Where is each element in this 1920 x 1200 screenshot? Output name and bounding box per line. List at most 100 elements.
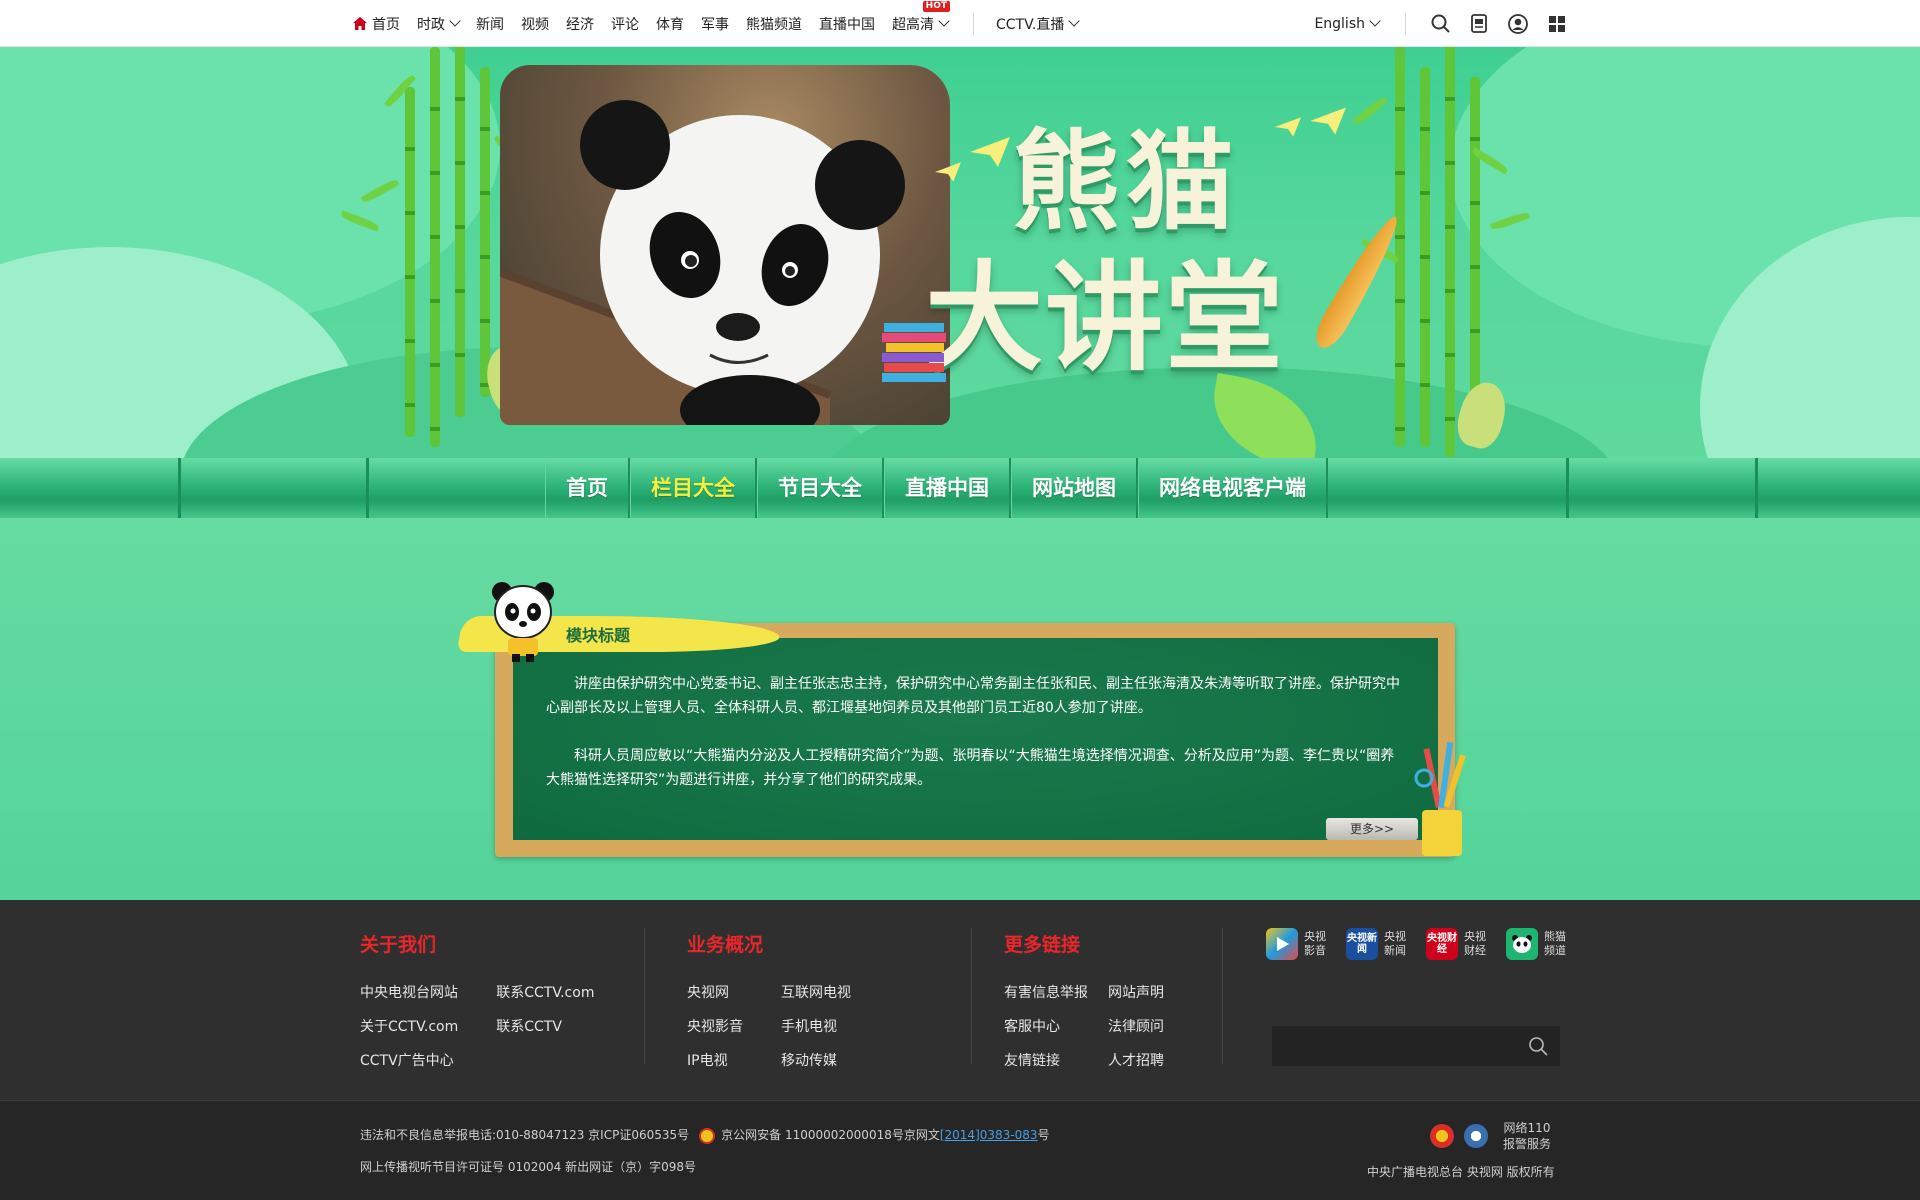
app-download-icon[interactable]: [1469, 14, 1489, 34]
footer-link[interactable]: 手机电视: [781, 1018, 851, 1036]
footer-divider: [971, 928, 972, 1064]
bamboo-leaf: [1352, 95, 1388, 127]
cctv-video-app-icon: [1266, 928, 1298, 960]
home-icon: [353, 17, 367, 30]
channel-menu-home[interactable]: 首页: [545, 458, 630, 518]
nav-uhd[interactable]: 超高清 HOT: [892, 0, 950, 34]
footer-link[interactable]: 央视影音: [687, 1018, 743, 1036]
nav-comment[interactable]: 评论: [611, 14, 639, 34]
language-selector[interactable]: English: [1314, 15, 1381, 32]
search-icon[interactable]: [1528, 1036, 1548, 1056]
banner-title-line2: 大讲堂: [925, 249, 1286, 387]
cctv-news-app-icon: 央视新闻: [1346, 928, 1378, 960]
panda-mascot-icon: [492, 582, 554, 662]
paper-plane-icon: [970, 137, 1010, 167]
site-footer: [0, 900, 1920, 1100]
footer-link[interactable]: 移动传媒: [781, 1052, 851, 1070]
app-link-cctv-news[interactable]: 央视新闻 央视新闻: [1346, 928, 1410, 960]
footer-link[interactable]: 法律顾问: [1108, 1018, 1164, 1036]
footer-column-more-links: 更多链接 有害信息举报 网站声明 客服中心 法律顾问 友情链接 人才招聘: [1004, 930, 1164, 1070]
paper-plane-icon: [1275, 117, 1301, 137]
channel-menu-client[interactable]: 网络电视客户端: [1138, 458, 1328, 518]
app-label: 熊猫频道: [1544, 930, 1566, 957]
channel-menu-programs[interactable]: 节目大全: [757, 458, 884, 518]
nav-economy[interactable]: 经济: [566, 14, 594, 34]
books-icon: [882, 323, 946, 382]
footer-column-title: 更多链接: [1004, 934, 1081, 956]
nav-video[interactable]: 视频: [521, 14, 549, 34]
bamboo-stalk: [430, 47, 440, 447]
footer-link[interactable]: 客服中心: [1004, 1018, 1088, 1036]
hot-badge: HOT: [922, 0, 950, 12]
panda-channel-app-icon: [1506, 928, 1538, 960]
footer-link[interactable]: 联系CCTV.com: [496, 984, 594, 1002]
module-content: 讲座由保护研究中心党委书记、副主任张志忠主持，保护研究中心常务副主任张和民、副主…: [546, 672, 1404, 816]
legal-footer: [0, 1100, 1920, 1200]
user-icon[interactable]: [1508, 13, 1528, 34]
report-shield-icon[interactable]: [1430, 1124, 1454, 1148]
app-label: 央视财经: [1464, 930, 1486, 957]
footer-divider: [1222, 928, 1223, 1064]
footer-column-title: 业务概况: [687, 934, 764, 956]
footer-link[interactable]: 有害信息举报: [1004, 984, 1088, 1002]
footer-link[interactable]: 互联网电视: [781, 984, 851, 1002]
legal-text: 号: [1037, 1128, 1050, 1142]
footer-link[interactable]: 关于CCTV.com: [360, 1018, 458, 1036]
report-badges: 网络110报警服务: [1430, 1120, 1552, 1152]
pencil-cup-icon: [1414, 741, 1466, 856]
bamboo-joint: [1755, 458, 1758, 518]
nav-live-china-label: 直播中国: [819, 16, 875, 33]
more-button[interactable]: 更多>>: [1326, 818, 1418, 840]
footer-search-input[interactable]: [1272, 1026, 1560, 1066]
nav-right-tools: English: [1314, 0, 1567, 47]
module-paragraph: 科研人员周应敏以“大熊猫内分泌及人工授精研究简介”为题、张明春以“大熊猫生境选择…: [546, 748, 1395, 788]
footer-link[interactable]: IP电视: [687, 1052, 743, 1070]
app-link-cctv-finance[interactable]: 央视财经 央视财经: [1426, 928, 1490, 960]
app-link-cctv-video[interactable]: 央视影音: [1266, 928, 1330, 960]
chevron-down-icon: [1369, 15, 1381, 27]
channel-menu-live-china[interactable]: 直播中国: [884, 458, 1011, 518]
footer-link[interactable]: 中央电视台网站: [360, 984, 458, 1002]
footer-link[interactable]: 人才招聘: [1108, 1052, 1164, 1070]
police-110-icon[interactable]: [1464, 1124, 1488, 1148]
paper-plane-icon: [935, 162, 961, 182]
bamboo-stalk: [1420, 67, 1430, 447]
footer-link[interactable]: 友情链接: [1004, 1052, 1088, 1070]
nav-home-label: 首页: [372, 16, 400, 33]
nav-divider: [973, 12, 974, 35]
grid-menu-icon[interactable]: [1547, 14, 1567, 34]
copyright-text: 中央广播电视总台 央视网 版权所有: [1367, 1165, 1555, 1179]
channel-menu-columns[interactable]: 栏目大全: [630, 458, 757, 518]
nav-uhd-label: 超高清: [892, 16, 934, 33]
report-service-text[interactable]: 网络110报警服务: [1502, 1120, 1552, 1152]
nav-panda-channel[interactable]: 熊猫频道: [746, 14, 802, 34]
footer-link[interactable]: 网站声明: [1108, 984, 1164, 1002]
chevron-down-icon: [938, 15, 950, 27]
nav-home[interactable]: 首页: [353, 14, 400, 34]
bamboo-joint: [178, 458, 181, 518]
nav-politics[interactable]: 时政: [417, 14, 461, 34]
footer-column-about: 关于我们 中央电视台网站 联系CCTV.com 关于CCTV.com 联系CCT…: [360, 930, 594, 1070]
nav-panda-channel-label: 熊猫频道: [746, 16, 802, 33]
footer-link[interactable]: CCTV广告中心: [360, 1052, 458, 1070]
license-link[interactable]: [2014]0383-083: [940, 1128, 1038, 1142]
nav-sports[interactable]: 体育: [656, 14, 684, 34]
nav-live-china[interactable]: 直播中国: [819, 14, 875, 34]
legal-text: 京公网安备 11000002000018号京网文: [721, 1128, 940, 1142]
nav-news[interactable]: 新闻: [476, 14, 504, 34]
app-link-panda-channel[interactable]: 熊猫频道: [1506, 928, 1570, 960]
search-icon[interactable]: [1430, 14, 1450, 34]
bamboo-joint: [1566, 458, 1569, 518]
footer-column-business: 业务概况 央视网 互联网电视 央视影音 手机电视 IP电视 移动传媒: [687, 930, 851, 1070]
module-paragraph: 讲座由保护研究中心党委书记、副主任张志忠主持，保护研究中心常务副主任张和民、副主…: [546, 676, 1400, 716]
app-links: 央视影音 央视新闻 央视新闻 央视财经 央视财经 熊猫频道: [1266, 928, 1570, 960]
nav-military[interactable]: 军事: [701, 14, 729, 34]
nav-video-label: 视频: [521, 16, 549, 33]
bamboo-stalk: [455, 47, 465, 417]
app-label: 央视影音: [1304, 930, 1326, 957]
channel-menu-sitemap[interactable]: 网站地图: [1011, 458, 1138, 518]
bamboo-stalk: [405, 87, 415, 437]
footer-link[interactable]: 联系CCTV: [496, 1018, 594, 1036]
nav-cctv-live[interactable]: CCTV.直播: [996, 14, 1080, 34]
footer-link[interactable]: 央视网: [687, 984, 743, 1002]
